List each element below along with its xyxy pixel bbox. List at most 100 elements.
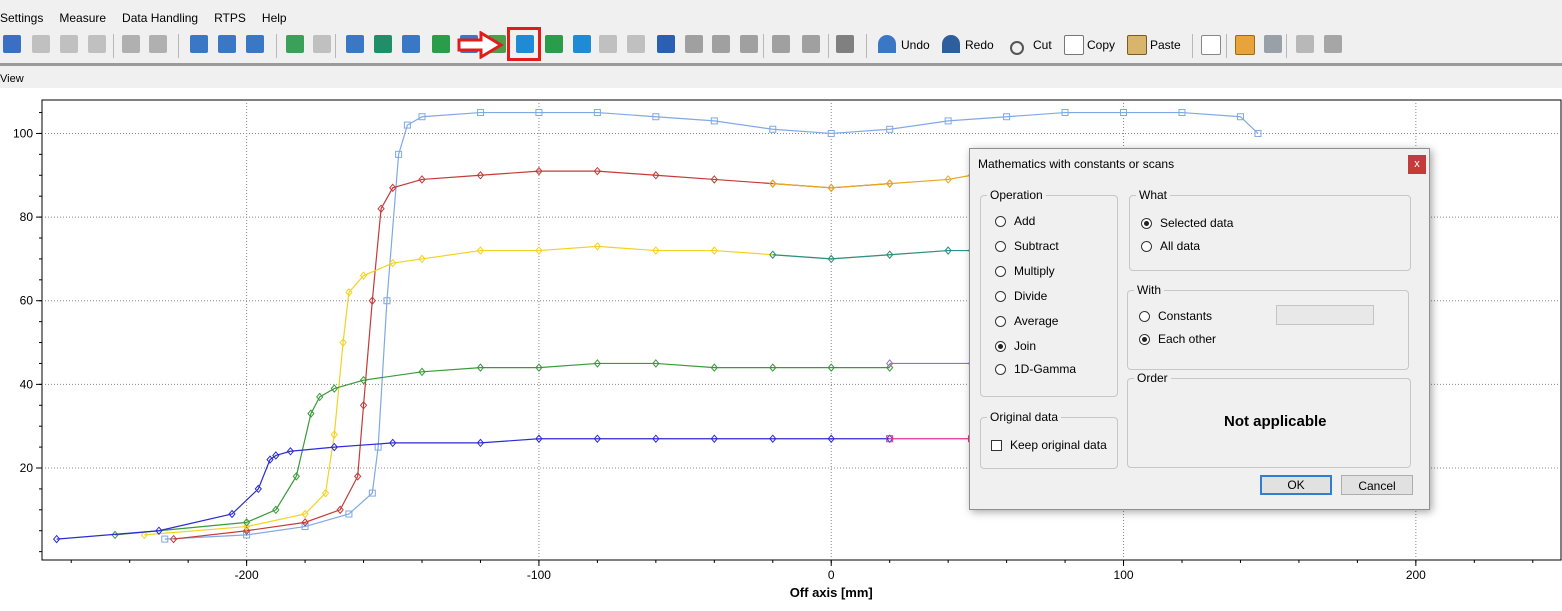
graph-icon[interactable]: [344, 33, 366, 55]
menu-rtps[interactable]: RTPS: [206, 11, 254, 25]
scissors-icon[interactable]: [1008, 33, 1030, 55]
icon-glyph: [32, 35, 50, 53]
radio-circle[interactable]: [995, 215, 1006, 227]
radio-circle[interactable]: [1141, 240, 1152, 252]
copy-button[interactable]: Copy: [1087, 38, 1115, 52]
icon-glyph: [122, 35, 140, 53]
tool-icon[interactable]: [770, 33, 792, 55]
bd-icon[interactable]: [311, 33, 333, 55]
icon-glyph: [573, 35, 591, 53]
menu-data-handling[interactable]: Data Handling: [114, 11, 206, 25]
new-document-icon[interactable]: [1199, 33, 1221, 55]
ok-button[interactable]: OK: [1260, 475, 1332, 495]
what-selected-data-radio[interactable]: Selected data: [1141, 216, 1233, 230]
table-icon[interactable]: [543, 33, 565, 55]
radio-label: Join: [1014, 339, 1037, 353]
gear-icon[interactable]: [834, 33, 856, 55]
toolbar-separator: [1286, 34, 1287, 58]
print-icon[interactable]: [1294, 33, 1316, 55]
play-icon[interactable]: [597, 33, 619, 55]
y-tick-label: 60: [20, 294, 34, 308]
radio-circle[interactable]: [995, 290, 1006, 302]
icon-glyph: [60, 35, 78, 53]
menu-settings[interactable]: Settings: [0, 11, 51, 25]
radio-label: Add: [1014, 214, 1036, 228]
y-tick-label: 20: [20, 461, 34, 475]
toolbar-separator: [113, 34, 114, 58]
close-button[interactable]: x: [1408, 155, 1426, 174]
scan-icon[interactable]: [188, 33, 210, 55]
copy-icon[interactable]: [1062, 33, 1084, 55]
calculator-icon[interactable]: [655, 33, 677, 55]
operation-divide-radio[interactable]: Divide: [995, 289, 1047, 303]
with-constants-radio[interactable]: Constants: [1139, 309, 1212, 323]
scan-icon[interactable]: [216, 33, 238, 55]
radio-circle[interactable]: [1139, 333, 1150, 345]
icon-glyph: [712, 35, 730, 53]
view-tab[interactable]: View: [0, 73, 24, 85]
3d-icon[interactable]: [58, 33, 80, 55]
toolbar: Undo Redo Cut Copy Paste: [0, 30, 1562, 66]
with-each-other-radio[interactable]: Each other: [1139, 332, 1216, 346]
calc-icon[interactable]: [738, 33, 760, 55]
graph-icon[interactable]: [571, 33, 593, 55]
film-icon[interactable]: [30, 33, 52, 55]
radio-circle[interactable]: [1139, 310, 1150, 322]
icon-glyph: [657, 35, 675, 53]
paste-button[interactable]: Paste: [1150, 38, 1181, 52]
xp-icon[interactable]: [86, 33, 108, 55]
paste-icon[interactable]: [1125, 33, 1147, 55]
icon-glyph: [218, 35, 236, 53]
menu-help[interactable]: Help: [254, 11, 295, 25]
radio-circle[interactable]: [995, 363, 1006, 375]
operation-add-radio[interactable]: Add: [995, 214, 1035, 228]
radio-circle[interactable]: [995, 340, 1006, 352]
dialog-title: Mathematics with constants or scans: [978, 157, 1175, 171]
play-icon[interactable]: [625, 33, 647, 55]
calc-icon[interactable]: [683, 33, 705, 55]
scan-icon[interactable]: [244, 33, 266, 55]
calc-icon[interactable]: [710, 33, 732, 55]
icon-glyph: [286, 35, 304, 53]
radio-label: Constants: [1158, 309, 1213, 323]
icon-glyph: [374, 35, 392, 53]
undo-button[interactable]: Undo: [901, 38, 930, 52]
radio-circle[interactable]: [995, 265, 1006, 277]
graph-icon[interactable]: [430, 33, 452, 55]
graph-icon[interactable]: [372, 33, 394, 55]
cancel-button[interactable]: Cancel: [1341, 475, 1413, 495]
constants-input[interactable]: [1276, 305, 1374, 325]
toolbar-separator: [866, 34, 867, 58]
menu-measure[interactable]: Measure: [51, 11, 114, 25]
cut-button[interactable]: Cut: [1033, 38, 1052, 52]
redo-icon[interactable]: [940, 33, 962, 55]
operation-join-radio[interactable]: Join: [995, 339, 1036, 353]
operation-1d-gamma-radio[interactable]: 1D-Gamma: [995, 362, 1076, 376]
radio-circle[interactable]: [995, 315, 1006, 327]
checkbox-box[interactable]: [991, 439, 1002, 451]
recycle-icon[interactable]: [284, 33, 306, 55]
operation-subtract-radio[interactable]: Subtract: [995, 239, 1059, 253]
keep-original-checkbox[interactable]: Keep original data: [991, 438, 1107, 452]
undo-icon[interactable]: [876, 33, 898, 55]
radio-circle[interactable]: [995, 240, 1006, 252]
graph-icon[interactable]: [400, 33, 422, 55]
open-folder-icon[interactable]: [1233, 33, 1255, 55]
save-icon[interactable]: [1262, 33, 1284, 55]
icon-glyph: [190, 35, 208, 53]
radio-label: Subtract: [1014, 239, 1059, 253]
frame-icon[interactable]: [120, 33, 142, 55]
tool-icon[interactable]: [800, 33, 822, 55]
x-tick-label: 200: [1406, 568, 1426, 582]
save-as-icon[interactable]: [1322, 33, 1344, 55]
frame-icon[interactable]: [147, 33, 169, 55]
icon-glyph: [836, 35, 854, 53]
radio-circle[interactable]: [1141, 217, 1152, 229]
profile-icon[interactable]: [1, 33, 23, 55]
operation-average-radio[interactable]: Average: [995, 314, 1058, 328]
redo-button[interactable]: Redo: [965, 38, 994, 52]
operation-multiply-radio[interactable]: Multiply: [995, 264, 1055, 278]
icon-glyph: [3, 35, 21, 53]
join-button-highlight: [507, 27, 541, 61]
what-all-data-radio[interactable]: All data: [1141, 239, 1200, 253]
